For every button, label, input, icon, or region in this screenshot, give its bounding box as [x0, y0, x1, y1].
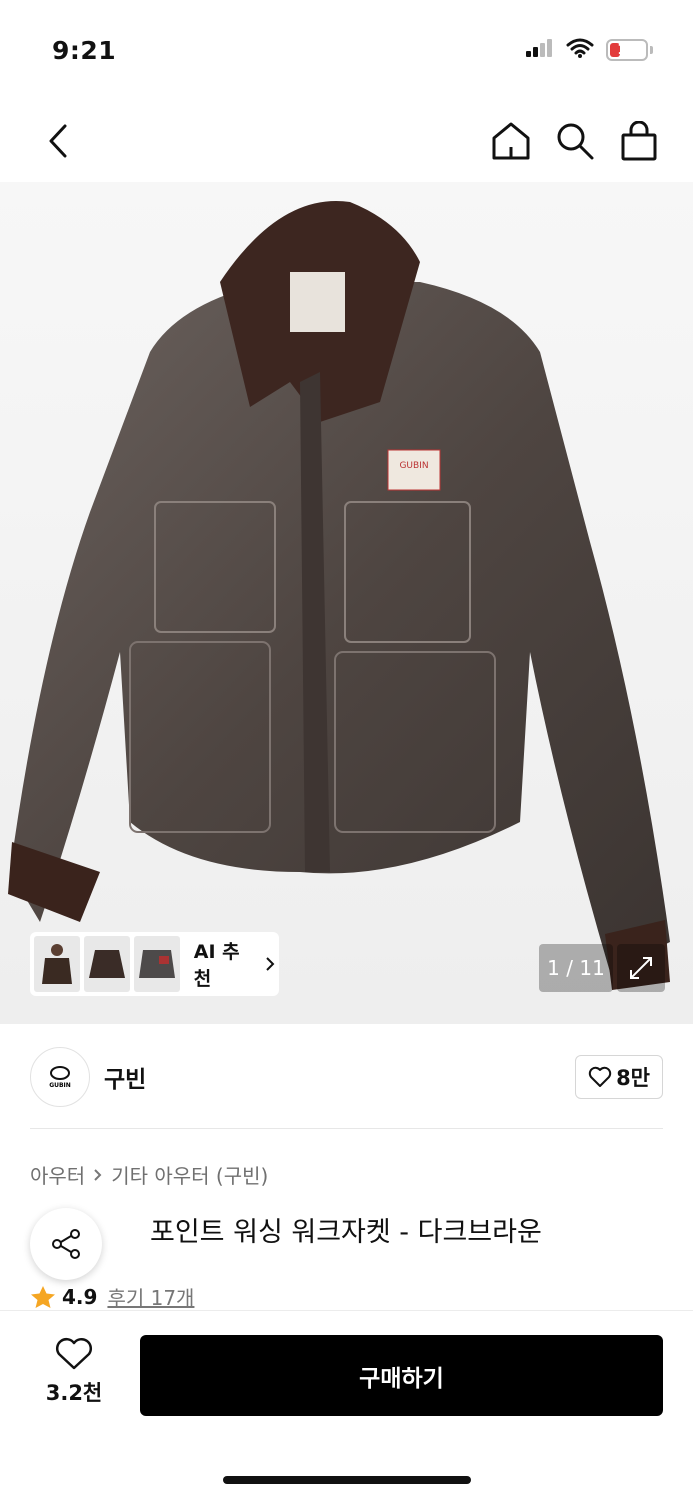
- bottom-action-bar: 3.2천 구매하기: [0, 1310, 693, 1500]
- status-icons: 10: [526, 38, 653, 62]
- back-icon: [49, 124, 67, 158]
- star-icon: [31, 1285, 55, 1308]
- shopping-bag-icon: [621, 121, 657, 161]
- cart-button[interactable]: [617, 119, 661, 163]
- heart-icon: [588, 1066, 612, 1087]
- product-title: 포인트 워싱 워크자켓 - 다크브라운: [150, 1217, 542, 1248]
- home-icon: [492, 122, 530, 160]
- share-button[interactable]: [30, 1208, 102, 1280]
- home-indicator: [223, 1476, 471, 1484]
- home-button[interactable]: [489, 119, 533, 163]
- battery-percentage: 10: [617, 42, 637, 58]
- brand-name[interactable]: 구빈: [104, 1060, 575, 1094]
- rating-value: 4.9: [62, 1284, 98, 1309]
- breadcrumb: 아우터 기타 아우터 (구빈): [30, 1160, 268, 1189]
- battery-icon: 10: [606, 39, 648, 61]
- jacket-label-text: GUBIN: [399, 461, 428, 471]
- rating-row: 4.9 후기 17개: [30, 1282, 194, 1311]
- ai-recommend-button[interactable]: AI 추천: [30, 932, 279, 996]
- heart-icon: [56, 1338, 92, 1370]
- chevron-right-icon: [94, 1168, 102, 1181]
- chevron-right-icon: [266, 957, 275, 971]
- back-button[interactable]: [36, 119, 80, 163]
- brand-like-count: 8만: [616, 1066, 650, 1090]
- divider: [30, 1128, 663, 1129]
- buy-button[interactable]: 구매하기: [140, 1335, 663, 1416]
- recommend-thumbnail[interactable]: [133, 936, 180, 992]
- review-link[interactable]: 후기 17개: [107, 1282, 194, 1311]
- breadcrumb-category[interactable]: 아우터: [30, 1160, 85, 1189]
- breadcrumb-subcategory[interactable]: 기타 아우터 (구빈): [111, 1160, 268, 1189]
- clock: 9:21: [52, 35, 117, 65]
- recommend-thumbnail[interactable]: [83, 936, 130, 992]
- product-gallery[interactable]: GUBIN AI 추천 1 / 11: [0, 182, 693, 1024]
- brand-logo-text: GUBIN: [49, 1082, 71, 1089]
- expand-icon: [630, 957, 652, 979]
- signal-icon: [526, 39, 554, 61]
- status-bar: 9:21 10: [0, 0, 693, 100]
- image-counter: 1 / 11: [539, 944, 613, 992]
- ai-recommend-label: AI 추천: [194, 937, 275, 991]
- top-navigation: [0, 100, 693, 182]
- brand-logo[interactable]: GUBIN: [30, 1047, 90, 1107]
- search-button[interactable]: [553, 119, 597, 163]
- wishlist-count: 3.2천: [45, 1381, 103, 1405]
- expand-image-button[interactable]: [617, 944, 665, 992]
- wishlist-button[interactable]: 3.2천: [38, 1337, 110, 1407]
- search-icon: [557, 123, 594, 160]
- recommend-thumbnail[interactable]: [34, 936, 80, 992]
- product-image: GUBIN: [8, 201, 670, 990]
- brand-like-button[interactable]: 8만: [575, 1055, 663, 1099]
- share-icon: [52, 1229, 80, 1259]
- brand-row[interactable]: GUBIN 구빈 8만: [30, 1046, 663, 1108]
- wifi-icon: [566, 38, 594, 62]
